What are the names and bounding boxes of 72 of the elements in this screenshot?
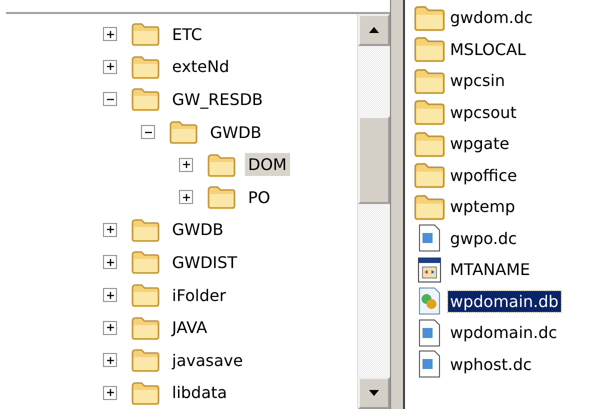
folder-icon xyxy=(413,4,446,32)
folder-icon xyxy=(130,283,161,308)
tree-item[interactable]: PO xyxy=(245,186,274,209)
tree-item[interactable]: GW_RESDB xyxy=(169,88,266,111)
folder-icon xyxy=(130,218,161,242)
tree-item[interactable]: GWDB xyxy=(169,218,227,242)
tree-item[interactable]: javasave xyxy=(169,348,246,372)
folder-icon xyxy=(413,66,446,95)
tree-item[interactable]: GWDIST xyxy=(169,250,240,274)
file-item[interactable]: wpoffice xyxy=(448,164,520,186)
expand-toggle[interactable] xyxy=(103,320,117,335)
folder-icon xyxy=(130,54,161,79)
scrollbar-thumb[interactable] xyxy=(358,116,390,204)
file-item[interactable]: wptemp xyxy=(448,196,518,218)
up-arrow-icon xyxy=(369,27,379,33)
collapse-toggle[interactable] xyxy=(103,92,117,106)
plus-icon xyxy=(106,30,114,39)
plus-icon xyxy=(106,388,114,398)
file-item[interactable]: wpcsin xyxy=(448,70,507,92)
plus-icon xyxy=(106,323,114,332)
expand-toggle[interactable] xyxy=(103,353,117,368)
tree-item[interactable]: ETC xyxy=(169,22,206,46)
folder-icon xyxy=(413,130,446,158)
file-item[interactable]: MTANAME xyxy=(448,259,532,280)
expand-toggle[interactable] xyxy=(103,386,117,400)
scroll-down-button[interactable] xyxy=(358,377,390,409)
expand-toggle[interactable] xyxy=(103,222,117,237)
plus-icon xyxy=(106,290,114,300)
file-item[interactable]: wpdomain.dc xyxy=(448,322,560,344)
file-item[interactable]: wphost.dc xyxy=(448,354,534,375)
folder-icon xyxy=(206,185,237,210)
folder-icon xyxy=(413,161,446,190)
folder-icon xyxy=(413,98,446,126)
expand-toggle[interactable] xyxy=(103,27,117,42)
tree-item[interactable]: exteNd xyxy=(169,55,232,78)
collapse-toggle[interactable] xyxy=(141,125,155,140)
expand-toggle[interactable] xyxy=(103,288,117,302)
file-item[interactable]: MSLOCAL xyxy=(448,38,528,60)
file-item[interactable]: wpdomain.db xyxy=(448,290,561,312)
plus-icon xyxy=(106,62,114,72)
folder-icon xyxy=(130,348,161,372)
file-item[interactable]: wpcsout xyxy=(448,102,519,123)
expand-toggle[interactable] xyxy=(103,60,117,74)
down-arrow-icon xyxy=(369,390,379,396)
folder-icon xyxy=(413,35,446,64)
tree-item[interactable]: iFolder xyxy=(169,284,229,307)
folder-icon xyxy=(130,22,161,46)
file-item[interactable]: gwdom.dc xyxy=(448,7,535,28)
plus-icon xyxy=(106,356,114,365)
tree-item[interactable]: GWDB xyxy=(207,120,265,144)
expand-toggle[interactable] xyxy=(179,190,193,204)
plus-icon xyxy=(106,258,114,267)
folder-icon xyxy=(130,380,161,405)
tree-item[interactable]: JAVA xyxy=(169,316,210,340)
file-item[interactable]: wpgate xyxy=(448,133,512,154)
folder-icon xyxy=(130,250,161,274)
plus-icon xyxy=(182,160,190,170)
tree-item[interactable]: DOM xyxy=(245,153,290,176)
expand-toggle[interactable] xyxy=(179,158,193,172)
folder-icon xyxy=(206,152,237,177)
file-item[interactable]: gwpo.dc xyxy=(448,228,519,249)
folder-icon xyxy=(130,87,161,112)
pane-splitter[interactable] xyxy=(390,0,405,409)
tree-item[interactable]: libdata xyxy=(169,381,230,404)
folder-icon xyxy=(168,120,199,144)
scroll-up-button[interactable] xyxy=(358,14,390,46)
folder-icon xyxy=(413,192,446,221)
vertical-scrollbar[interactable] xyxy=(357,14,390,409)
folder-icon xyxy=(130,316,161,340)
plus-icon xyxy=(106,225,114,234)
expand-toggle[interactable] xyxy=(103,255,117,270)
plus-icon xyxy=(182,192,190,202)
